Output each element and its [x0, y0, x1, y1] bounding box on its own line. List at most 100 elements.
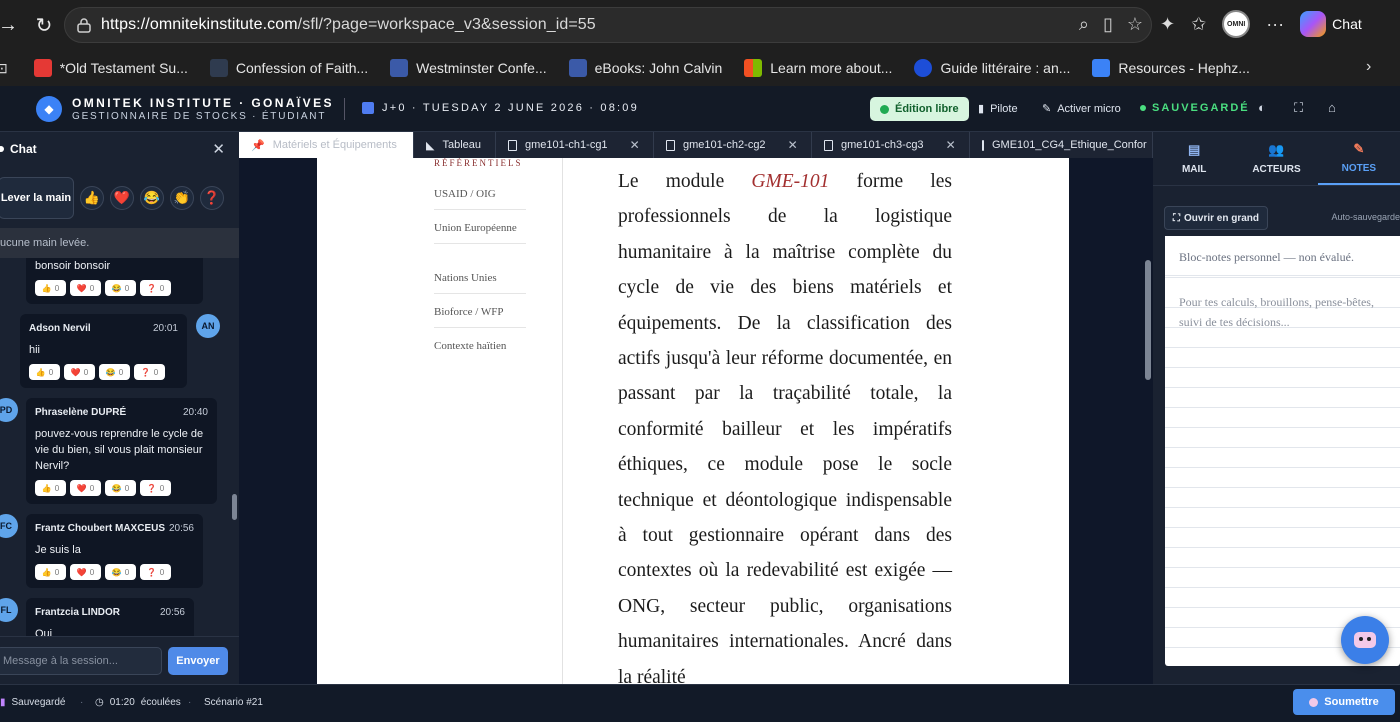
message-text: bonsoir bonsoir	[35, 260, 111, 272]
bookmark-1[interactable]: *Old Testament Su...	[33, 59, 188, 77]
extensions-icon[interactable]: ✦	[1160, 14, 1175, 35]
tab-gme101-ch1[interactable]: gme101-ch1-cg1 ✕	[496, 132, 654, 158]
address-bar[interactable]: https://omnitekinstitute.com/sfl/?page=w…	[64, 7, 1152, 43]
chat-messages[interactable]: bonsoir bonsoir 👍 0 ❤️ 0 😂 0 ❓ 0 Adson Nervi…	[0, 258, 232, 636]
reaction-question[interactable]: ❓ 0	[140, 280, 171, 296]
reaction-thumbs-up[interactable]: 👍 0	[29, 364, 60, 380]
tab-notes[interactable]: ✎ NOTES	[1317, 132, 1400, 185]
bookmark-5[interactable]: Learn more about...	[744, 59, 892, 77]
reaction-bar: Lever la main 👍 ❤️ 😂 👏 ❓	[0, 166, 239, 222]
bookmark-3[interactable]: Westminster Confe...	[390, 59, 547, 77]
reaction-heart[interactable]: ❤️ 0	[70, 564, 101, 580]
close-tab-icon[interactable]: ✕	[630, 138, 640, 152]
fullscreen-icon[interactable]: ⛶	[1294, 100, 1303, 116]
message-text: Oui	[35, 628, 53, 636]
tab-materiels[interactable]: 📌 Matériels et Équipements	[239, 132, 414, 158]
more-menu-icon[interactable]: ···	[1266, 14, 1284, 35]
tab-gme101-ch3[interactable]: gme101-ch3-cg3 ✕	[812, 132, 970, 158]
submit-button[interactable]: Soumettre	[1293, 689, 1395, 715]
clap-icon[interactable]: 👏	[170, 186, 194, 210]
reaction-question[interactable]: ❓ 0	[140, 564, 171, 580]
reaction-thumbs-up[interactable]: 👍 0	[35, 564, 66, 580]
assistant-bot-button[interactable]	[1341, 616, 1389, 664]
references-heading: RÉFÉRENTIELS	[434, 158, 523, 168]
tab-gme101-cg4[interactable]: GME101_CG4_Ethique_Confor	[970, 132, 1153, 158]
pencil-icon: ✎	[1353, 141, 1365, 156]
board-icon: ◣	[426, 139, 435, 152]
chat-dot-icon	[0, 146, 4, 152]
message-author: Adson Nervil	[29, 323, 91, 334]
theme-toggle-icon[interactable]: ◐	[1258, 100, 1266, 115]
open-fullsize-button[interactable]: ⛶ Ouvrir en grand	[1164, 206, 1269, 230]
close-icon[interactable]: ✕	[212, 140, 225, 158]
copilot-button[interactable]: Chat	[1300, 11, 1362, 37]
home-icon[interactable]: ⌂	[1328, 100, 1336, 115]
bookmark-2[interactable]: Confession of Faith...	[209, 59, 368, 77]
message-author: Frantz Choubert MAXCEUS	[35, 523, 165, 534]
institute-logo-icon: ◆	[36, 96, 62, 122]
tab-acteurs[interactable]: 👥 ACTEURS	[1235, 132, 1317, 185]
reaction-laugh[interactable]: 😂 0	[105, 480, 136, 496]
bookmark-partial-icon[interactable]: ⊡	[0, 60, 8, 77]
chevron-right-icon[interactable]: ›	[1366, 58, 1371, 76]
document-scrollbar[interactable]	[1145, 260, 1151, 380]
forward-icon[interactable]: →	[0, 14, 26, 37]
tab-gme101-ch2[interactable]: gme101-ch2-cg2 ✕	[654, 132, 812, 158]
scenario-label: Scénario #21	[204, 697, 263, 708]
chat-message-input[interactable]: Message à la session...	[0, 647, 162, 675]
tab-tableau[interactable]: ◣ Tableau	[414, 132, 496, 158]
reference-haiti[interactable]: Contexte haïtien	[434, 338, 526, 361]
save-icon: ▮	[0, 697, 6, 708]
reference-un[interactable]: Nations Unies	[434, 270, 526, 294]
close-tab-icon[interactable]: ✕	[788, 138, 798, 152]
robot-icon	[1354, 632, 1376, 648]
reaction-heart[interactable]: ❤️ 0	[64, 364, 95, 380]
reaction-laugh[interactable]: 😂 0	[105, 564, 136, 580]
bookmark-6[interactable]: Guide littéraire : an...	[914, 59, 1070, 77]
laugh-icon[interactable]: 😂	[140, 186, 164, 210]
heart-icon[interactable]: ❤️	[110, 186, 134, 210]
mic-button[interactable]: ✎ Activer micro	[1042, 102, 1121, 116]
app-header: ◆ OMNITEK INSTITUTE · GONAÏVES GESTIONNA…	[0, 86, 1400, 132]
tab-mail[interactable]: ▤ MAIL	[1153, 132, 1235, 185]
zoom-icon[interactable]: ⌕	[1079, 14, 1089, 35]
reaction-laugh[interactable]: 😂 0	[105, 280, 136, 296]
reaction-thumbs-up[interactable]: 👍 0	[35, 480, 66, 496]
send-button[interactable]: Envoyer	[168, 647, 228, 675]
reaction-question[interactable]: ❓ 0	[134, 364, 165, 380]
reaction-heart[interactable]: ❤️ 0	[70, 480, 101, 496]
bookmark-7[interactable]: Resources - Hephz...	[1092, 59, 1250, 77]
thumbs-up-icon[interactable]: 👍	[80, 186, 104, 210]
message-text: Je suis la	[35, 544, 81, 556]
favorites-icon[interactable]: ✩	[1191, 14, 1206, 35]
raise-hand-button[interactable]: Lever la main	[0, 177, 74, 219]
reaction-laugh[interactable]: 😂 0	[99, 364, 130, 380]
reaction-question[interactable]: ❓ 0	[140, 480, 171, 496]
right-panel-tabs: ▤ MAIL 👥 ACTEURS ✎ NOTES	[1153, 132, 1400, 186]
reaction-thumbs-up[interactable]: 👍 0	[35, 280, 66, 296]
close-tab-icon[interactable]: ✕	[946, 138, 956, 152]
edit-mode-badge[interactable]: Édition libre	[870, 97, 969, 121]
reaction-heart[interactable]: ❤️ 0	[70, 280, 101, 296]
file-icon	[824, 139, 833, 151]
document-viewer[interactable]: RÉFÉRENTIELS USAID / OIG Union Européenn…	[239, 158, 1153, 684]
notes-textarea[interactable]: Bloc-notes personnel — non évalué. Pour …	[1165, 236, 1400, 666]
chat-message: Phraselène DUPRÉ 20:40 pouvez-vous repre…	[26, 398, 217, 504]
question-icon[interactable]: ❓	[200, 186, 224, 210]
refresh-icon[interactable]: ↻	[26, 13, 62, 38]
elapsed-time: ◷ 01:20 écoulées	[95, 697, 181, 708]
message-author: Phraselène DUPRÉ	[35, 407, 127, 418]
reference-ue[interactable]: Union Européenne	[434, 220, 526, 244]
chat-scrollbar[interactable]	[232, 494, 237, 520]
file-icon	[508, 139, 517, 151]
bookmark-4[interactable]: eBooks: John Calvin	[568, 59, 722, 77]
message-author: Frantzcia LINDOR	[35, 607, 121, 618]
avatar: FL	[0, 598, 18, 622]
favorite-star-icon[interactable]: ☆	[1127, 14, 1143, 35]
reference-usaid[interactable]: USAID / OIG	[434, 186, 526, 210]
reader-icon[interactable]: ▯	[1103, 14, 1113, 35]
message-reactions: 👍 0 ❤️ 0 😂 0 ❓ 0	[29, 364, 165, 380]
reference-bioforce[interactable]: Bioforce / WFP	[434, 304, 526, 328]
pilot-button[interactable]: ▮ Pilote	[978, 102, 1018, 116]
profile-avatar[interactable]: OMNI	[1222, 10, 1251, 38]
